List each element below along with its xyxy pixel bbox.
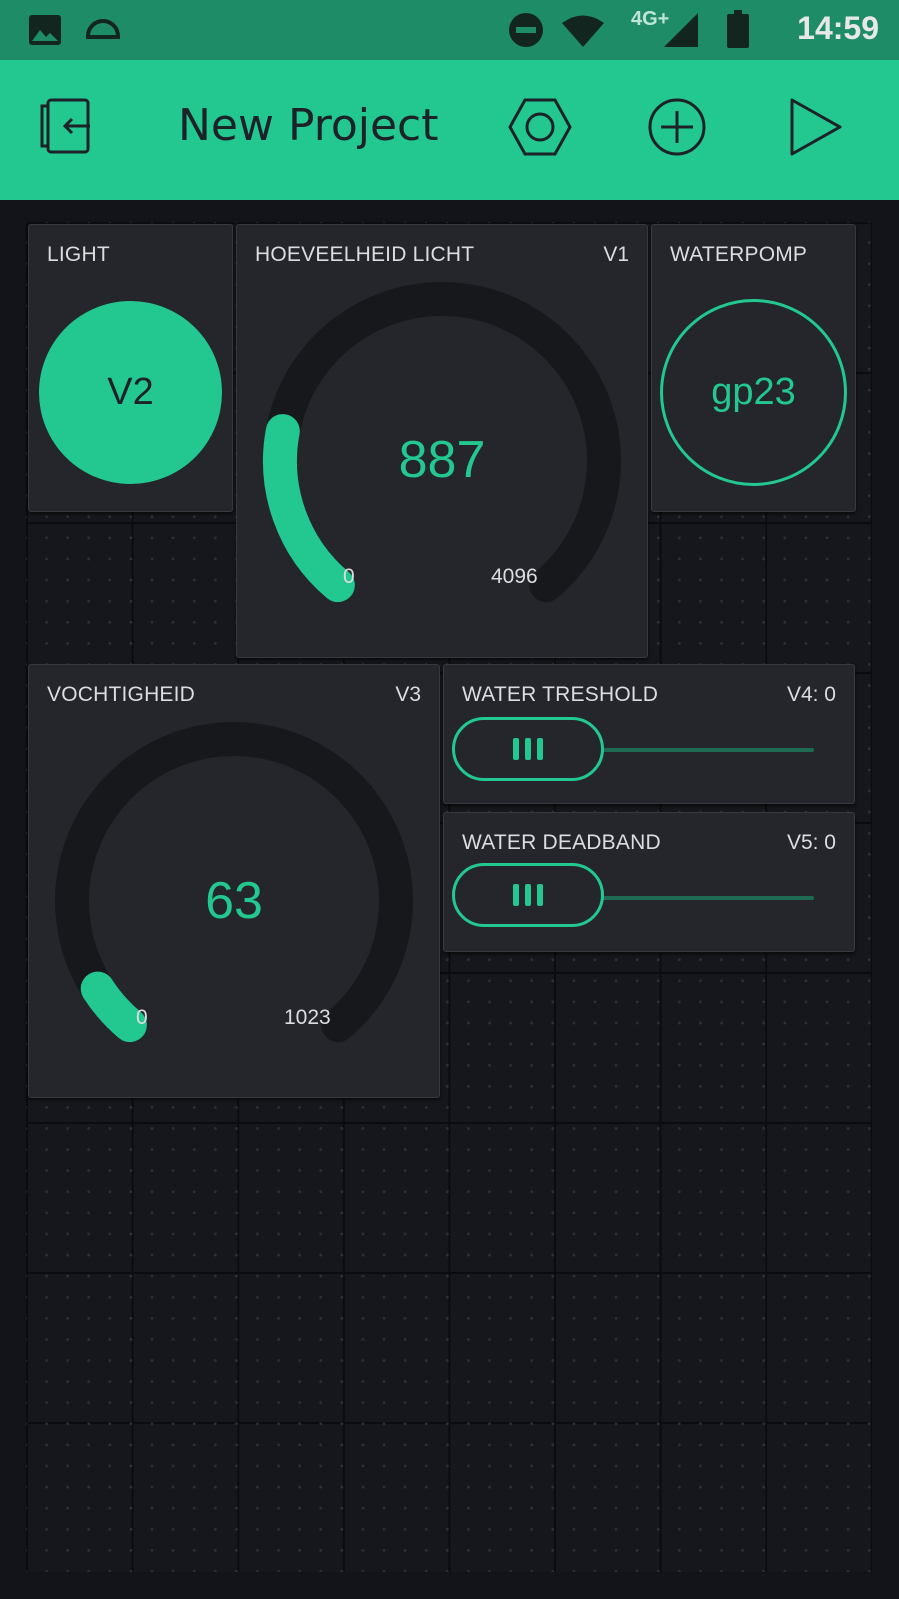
- do-not-disturb-icon: [509, 13, 543, 47]
- gauge-value: 887: [398, 431, 486, 489]
- widget-pin: V5: 0: [786, 831, 836, 854]
- grip-bar: [525, 884, 531, 906]
- button-text: V2: [107, 371, 154, 413]
- signal-icon: [664, 13, 698, 47]
- waterpomp-button-widget[interactable]: WATERPOMP gp23: [651, 224, 856, 512]
- vochtigheid-gauge[interactable]: VOCHTIGHEID V3 63 0 1023: [28, 664, 440, 1098]
- battery-icon: [727, 10, 749, 48]
- widget-label: LIGHT: [47, 243, 110, 266]
- clock: 14:59: [797, 10, 879, 46]
- button-text: gp23: [711, 371, 796, 413]
- slider-handle[interactable]: [452, 863, 604, 927]
- play-icon[interactable]: [786, 96, 846, 158]
- hoeveelheid-licht-gauge[interactable]: HOEVEELHEID LICHT V1 887 0 4096: [236, 224, 648, 658]
- gauge-min: 0: [136, 1006, 148, 1029]
- grip-bar: [537, 884, 543, 906]
- grip-icon: [513, 738, 519, 760]
- gauge-max: 4096: [491, 565, 538, 588]
- widget-label: WATER DEADBAND: [462, 831, 661, 854]
- grip-icon: [513, 884, 519, 906]
- wifi-icon: [562, 15, 604, 47]
- gallery-icon: [29, 15, 61, 45]
- notification-icon: [86, 19, 120, 39]
- widget-label: WATER TRESHOLD: [462, 683, 659, 706]
- light-button-widget[interactable]: LIGHT V2: [28, 224, 233, 512]
- water-deadband-slider[interactable]: WATER DEADBAND V5: 0: [443, 812, 855, 952]
- grip-bar: [525, 738, 531, 760]
- widget-pin: V4: 0: [786, 683, 836, 706]
- light-button[interactable]: V2: [39, 301, 222, 484]
- gauge-max: 1023: [284, 1006, 331, 1029]
- exit-icon[interactable]: [38, 96, 100, 158]
- widget-label: WATERPOMP: [670, 243, 808, 266]
- project-title: New Project: [178, 100, 439, 151]
- add-widget-icon[interactable]: [646, 96, 708, 158]
- status-bar: 4G+ 14:59: [0, 0, 899, 60]
- waterpomp-button[interactable]: gp23: [660, 299, 847, 486]
- grip-bar: [537, 738, 543, 760]
- settings-hex-icon[interactable]: [508, 96, 572, 158]
- gauge-value: 63: [205, 872, 263, 930]
- slider-handle[interactable]: [452, 717, 604, 781]
- gauge-min: 0: [343, 565, 355, 588]
- app-toolbar: New Project: [0, 60, 899, 200]
- water-treshold-slider[interactable]: WATER TRESHOLD V4: 0: [443, 664, 855, 804]
